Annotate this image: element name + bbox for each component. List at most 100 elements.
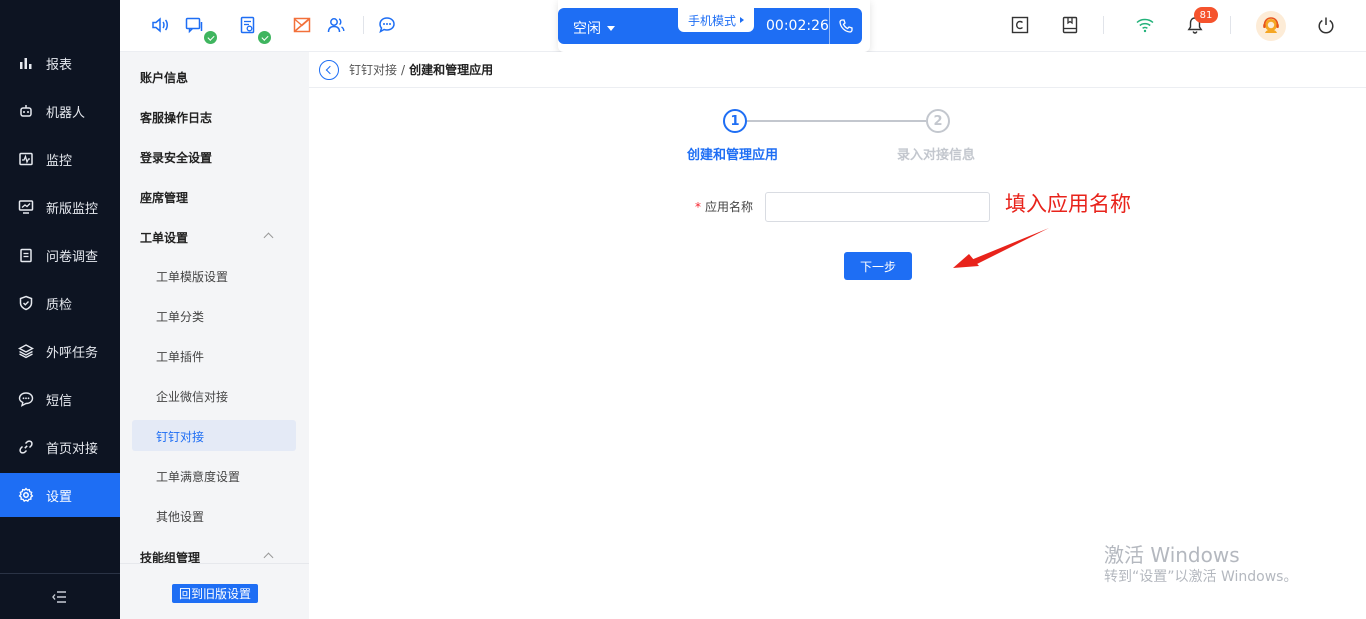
sidebar-item-label: 问卷调查 bbox=[46, 249, 99, 265]
submenu-item-login-security[interactable]: 登录安全设置 bbox=[140, 149, 212, 166]
sidebar-item-label: 报表 bbox=[46, 57, 73, 73]
toolbar-divider bbox=[1230, 16, 1231, 34]
network-status bbox=[1134, 14, 1156, 36]
back-arrow-icon[interactable] bbox=[319, 59, 339, 80]
status-label: 空闲 bbox=[573, 21, 601, 37]
main-content: 钉钉对接 / 创建和管理应用 1 2 创建和管理应用 录入对接信息 * 应用名称 … bbox=[309, 52, 1366, 619]
required-mark: * bbox=[695, 200, 701, 214]
sidebar-item-outbound-task[interactable]: 外呼任务 bbox=[0, 329, 120, 373]
sidebar-item-quality-check[interactable]: 质检 bbox=[0, 281, 120, 325]
chevron-up-icon[interactable] bbox=[263, 232, 274, 243]
sidebar-item-label: 质检 bbox=[46, 297, 73, 313]
link-icon bbox=[19, 440, 33, 454]
back-to-old-settings-button[interactable]: 回到旧版设置 bbox=[172, 584, 259, 603]
toolbar-divider bbox=[1103, 16, 1104, 34]
sidebar-item-label: 外呼任务 bbox=[46, 345, 99, 361]
submenu-item-ticket-plugin[interactable]: 工单插件 bbox=[156, 348, 204, 365]
mail-disabled-icon bbox=[293, 17, 311, 33]
speaker-button[interactable] bbox=[149, 14, 171, 36]
shield-check-icon bbox=[19, 295, 33, 311]
submenu-group-ticket-settings[interactable]: 工单设置 bbox=[140, 229, 188, 246]
sidebar-item-label: 设置 bbox=[46, 489, 73, 505]
annotation-text: 填入应用名称 bbox=[1005, 192, 1131, 216]
chat-bubble-icon bbox=[18, 392, 34, 407]
power-icon bbox=[1318, 17, 1334, 34]
sidebar-item-monitor[interactable]: 监控 bbox=[0, 137, 120, 181]
mail-disabled-button[interactable] bbox=[291, 14, 313, 36]
step-1-label: 创建和管理应用 bbox=[687, 148, 779, 163]
phone-icon bbox=[839, 19, 853, 33]
step-connector bbox=[747, 120, 926, 122]
online-check-icon bbox=[258, 31, 271, 44]
chat-status-button[interactable] bbox=[183, 14, 217, 44]
document-check-icon bbox=[240, 16, 255, 34]
sidebar-item-homepage-integration[interactable]: 首页对接 bbox=[0, 425, 120, 469]
agent-status-bar: 空闲 手机模式 00:02:26 bbox=[558, 8, 862, 44]
sidebar-item-sms[interactable]: 短信 bbox=[0, 377, 120, 421]
notebook-button[interactable] bbox=[1059, 14, 1081, 36]
submenu-item-ticket-category[interactable]: 工单分类 bbox=[156, 308, 204, 325]
submenu-item-other-settings[interactable]: 其他设置 bbox=[156, 508, 204, 525]
settings-submenu: 账户信息 客服操作日志 登录安全设置 座席管理 工单设置 工单模版设置 工单分类… bbox=[120, 52, 309, 619]
sidebar-item-reports[interactable]: 报表 bbox=[0, 41, 120, 85]
layers-icon bbox=[18, 344, 34, 359]
step-2-label: 录入对接信息 bbox=[897, 148, 976, 163]
logout-button[interactable] bbox=[1315, 14, 1337, 36]
breadcrumb-separator: / bbox=[401, 62, 406, 77]
monitor-pulse-icon bbox=[19, 152, 33, 166]
breadcrumb-current: 创建和管理应用 bbox=[409, 63, 494, 77]
collapse-menu-button[interactable] bbox=[0, 573, 120, 619]
status-dropdown[interactable]: 空闲 bbox=[573, 18, 615, 38]
breadcrumb: 钉钉对接 / 创建和管理应用 bbox=[309, 52, 1366, 88]
collapse-menu-icon bbox=[52, 590, 66, 603]
app-name-label: * 应用名称 bbox=[695, 198, 753, 215]
chat-bubble-dots-icon bbox=[379, 17, 395, 34]
submenu-item-ticket-template[interactable]: 工单模版设置 bbox=[156, 268, 228, 285]
windows-watermark-title: 激活 Windows bbox=[1104, 543, 1240, 567]
sidebar-item-label: 机器人 bbox=[46, 105, 86, 121]
wifi-icon bbox=[1136, 18, 1154, 33]
step-2-circle: 2 bbox=[926, 109, 950, 133]
agent-status-panel: 空闲 手机模式 00:02:26 bbox=[558, 0, 870, 52]
submenu-item-seat-management[interactable]: 座席管理 bbox=[140, 189, 188, 206]
windows-watermark-subtitle: 转到“设置”以激活 Windows。 bbox=[1104, 569, 1298, 585]
avatar[interactable] bbox=[1256, 11, 1286, 41]
sidebar-item-label: 监控 bbox=[46, 153, 73, 169]
users-icon bbox=[327, 18, 345, 33]
app-name-input[interactable] bbox=[765, 192, 990, 222]
chat-window-icon bbox=[185, 17, 203, 34]
sidebar-item-new-monitor[interactable]: 新版监控 bbox=[0, 185, 120, 229]
sidebar-item-survey[interactable]: 问卷调查 bbox=[0, 233, 120, 277]
logo-area bbox=[0, 0, 120, 40]
ticket-status-button[interactable] bbox=[237, 14, 271, 44]
submenu-item-ticket-satisfaction[interactable]: 工单满意度设置 bbox=[156, 468, 240, 485]
bar-chart-icon bbox=[20, 58, 32, 69]
speaker-icon bbox=[152, 17, 168, 33]
next-step-button[interactable]: 下一步 bbox=[844, 252, 912, 280]
step-1-circle: 1 bbox=[723, 109, 747, 133]
chevron-down-icon bbox=[607, 25, 615, 31]
mode-label: 手机模式 bbox=[687, 13, 736, 28]
submenu-item-account-info[interactable]: 账户信息 bbox=[140, 69, 188, 86]
submenu-item-dingtalk-integration[interactable]: 钉钉对接 bbox=[156, 428, 204, 445]
agent-avatar-icon bbox=[1263, 17, 1279, 33]
phone-mode-tab[interactable]: 手机模式 bbox=[678, 8, 754, 32]
sidebar-item-robot[interactable]: 机器人 bbox=[0, 89, 120, 133]
chevron-up-icon[interactable] bbox=[263, 552, 274, 563]
toolbar-divider bbox=[363, 16, 364, 34]
notebook-icon bbox=[1062, 16, 1078, 34]
breadcrumb-parent[interactable]: 钉钉对接 bbox=[349, 61, 397, 78]
notification-button[interactable]: 81 bbox=[1184, 7, 1218, 36]
sidebar-item-label: 短信 bbox=[46, 393, 73, 409]
sidebar-item-settings[interactable]: 设置 bbox=[0, 473, 120, 517]
top-bar: 空闲 手机模式 00:02:26 81 bbox=[120, 0, 1366, 52]
c-mode-button[interactable] bbox=[1009, 14, 1031, 36]
submenu-item-wecom-integration[interactable]: 企业微信对接 bbox=[156, 388, 228, 405]
submenu-footer: 回到旧版设置 bbox=[120, 563, 309, 619]
submenu-item-operation-log[interactable]: 客服操作日志 bbox=[140, 109, 212, 126]
call-button[interactable] bbox=[829, 8, 862, 44]
sidebar-item-label: 新版监控 bbox=[46, 201, 99, 217]
sidebar-item-label: 首页对接 bbox=[46, 441, 99, 457]
contacts-button[interactable] bbox=[325, 14, 347, 36]
online-chat-button[interactable] bbox=[376, 14, 398, 36]
